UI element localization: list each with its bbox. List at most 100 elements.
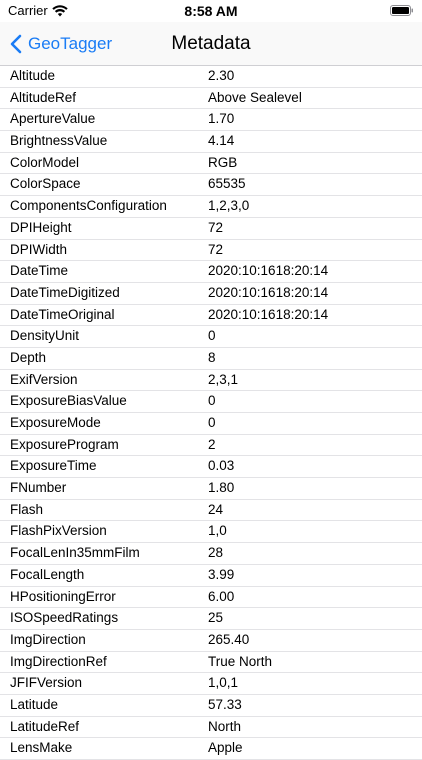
table-row[interactable]: JFIFVersion 1,0,1 <box>0 673 422 695</box>
row-key: FNumber <box>10 480 67 496</box>
row-value: 1,2,3,0 <box>208 198 250 214</box>
row-value: 265.40 <box>208 631 250 647</box>
row-key: DPIHeight <box>10 219 72 235</box>
row-value: 1,0 <box>208 523 227 539</box>
row-value: 8 <box>208 349 216 365</box>
table-row[interactable]: FocalLength 3.99 <box>0 565 422 587</box>
row-value: 2020:10:1618:20:14 <box>208 306 329 322</box>
row-key: FocalLenIn35mmFilm <box>10 545 140 561</box>
row-value: 3.99 <box>208 566 235 582</box>
row-key: Flash <box>10 501 44 517</box>
row-value: 72 <box>208 219 224 235</box>
row-value: 2020:10:1618:20:14 <box>208 263 329 279</box>
row-value: 1,0,1 <box>208 675 239 691</box>
table-row[interactable]: DateTime 2020:10:1618:20:14 <box>0 261 422 283</box>
row-key: ColorModel <box>10 154 80 170</box>
table-row[interactable]: AltitudeRef Above Sealevel <box>0 88 422 110</box>
row-value: 25 <box>208 610 224 626</box>
back-button[interactable]: GeoTagger <box>10 22 112 66</box>
row-key: ExposureBiasValue <box>10 393 127 409</box>
row-value: Above Sealevel <box>208 89 302 105</box>
chevron-left-icon <box>10 34 22 54</box>
table-row[interactable]: Flash 24 <box>0 500 422 522</box>
row-key: DateTimeDigitized <box>10 284 120 300</box>
row-key: HPositioningError <box>10 588 116 604</box>
table-row[interactable]: ApertureValue 1.70 <box>0 109 422 131</box>
row-value: 1.80 <box>208 480 235 496</box>
table-row[interactable]: ExposureProgram 2 <box>0 435 422 457</box>
row-key: FocalLength <box>10 566 85 582</box>
row-value: Apple <box>208 740 243 756</box>
row-key: FlashPixVersion <box>10 523 107 539</box>
table-row[interactable]: FlashPixVersion 1,0 <box>0 521 422 543</box>
row-value: 2,3,1 <box>208 371 239 387</box>
row-key: DPIWidth <box>10 241 68 257</box>
row-value: 65535 <box>208 176 246 192</box>
row-key: ExposureTime <box>10 458 97 474</box>
table-row[interactable]: ColorModel RGB <box>0 153 422 175</box>
row-value: North <box>208 718 242 734</box>
table-row[interactable]: HPositioningError 6.00 <box>0 587 422 609</box>
row-value: RGB <box>208 154 238 170</box>
table-row[interactable]: LensMake Apple <box>0 738 422 760</box>
status-time: 8:58 AM <box>184 3 238 19</box>
table-row[interactable]: ExposureMode 0 <box>0 413 422 435</box>
table-row[interactable]: ISOSpeedRatings 25 <box>0 608 422 630</box>
row-value: 0 <box>208 328 216 344</box>
row-value: 57.33 <box>208 696 242 712</box>
table-row[interactable]: ExposureTime 0.03 <box>0 456 422 478</box>
table-row[interactable]: DateTimeDigitized 2020:10:1618:20:14 <box>0 283 422 305</box>
row-value: 0 <box>208 393 216 409</box>
table-row[interactable]: ImgDirection 265.40 <box>0 630 422 652</box>
row-key: ISOSpeedRatings <box>10 610 119 626</box>
row-key: DateTimeOriginal <box>10 306 115 322</box>
table-row[interactable]: ImgDirectionRef True North <box>0 652 422 674</box>
row-value: 2 <box>208 436 216 452</box>
table-row[interactable]: ExposureBiasValue 0 <box>0 391 422 413</box>
row-value: 1.70 <box>208 111 235 127</box>
row-value: True North <box>208 653 273 669</box>
row-key: ApertureValue <box>10 111 96 127</box>
row-value: 28 <box>208 545 224 561</box>
row-value: 2020:10:1618:20:14 <box>208 284 329 300</box>
row-key: LensMake <box>10 740 73 756</box>
row-key: ColorSpace <box>10 176 81 192</box>
row-key: Altitude <box>10 68 56 83</box>
table-row[interactable]: DateTimeOriginal 2020:10:1618:20:14 <box>0 305 422 327</box>
navigation-bar: GeoTagger Metadata <box>0 22 422 66</box>
table-row[interactable]: Depth 8 <box>0 348 422 370</box>
table-row[interactable]: FocalLenIn35mmFilm 28 <box>0 543 422 565</box>
back-button-label: GeoTagger <box>28 34 113 53</box>
row-key: BrightnessValue <box>10 133 108 149</box>
row-key: ExifVersion <box>10 371 78 387</box>
row-value: 2.30 <box>208 68 235 83</box>
status-bar: Carrier 8:58 AM <box>0 0 422 22</box>
row-key: DateTime <box>10 263 69 279</box>
row-value: 72 <box>208 241 224 257</box>
table-row[interactable]: ColorSpace 65535 <box>0 174 422 196</box>
table-row[interactable]: Latitude 57.33 <box>0 695 422 717</box>
row-key: Latitude <box>10 696 59 712</box>
table-row[interactable]: FNumber 1.80 <box>0 478 422 500</box>
row-key: AltitudeRef <box>10 89 77 105</box>
row-value: 24 <box>208 501 224 517</box>
row-key: ImgDirection <box>10 631 86 647</box>
row-key: Depth <box>10 349 47 365</box>
row-value: 4.14 <box>208 133 235 149</box>
row-key: ImgDirectionRef <box>10 653 107 669</box>
table-row[interactable]: ComponentsConfiguration 1,2,3,0 <box>0 196 422 218</box>
row-key: ExposureProgram <box>10 436 119 452</box>
battery-icon <box>390 5 413 16</box>
table-row[interactable]: DPIHeight 72 <box>0 218 422 240</box>
row-key: LatitudeRef <box>10 718 80 734</box>
table-row[interactable]: ExifVersion 2,3,1 <box>0 370 422 392</box>
table-row[interactable]: Altitude 2.30 <box>0 66 422 88</box>
row-key: ComponentsConfiguration <box>10 198 167 214</box>
row-key: ExposureMode <box>10 415 101 430</box>
row-value: 0 <box>208 415 216 430</box>
table-row[interactable]: DPIWidth 72 <box>0 240 422 262</box>
table-row[interactable]: DensityUnit 0 <box>0 326 422 348</box>
table-row[interactable]: BrightnessValue 4.14 <box>0 131 422 153</box>
metadata-table[interactable]: Altitude 2.30 AltitudeRef Above Sealevel Ape… <box>0 66 422 760</box>
table-row[interactable]: LatitudeRef North <box>0 717 422 739</box>
